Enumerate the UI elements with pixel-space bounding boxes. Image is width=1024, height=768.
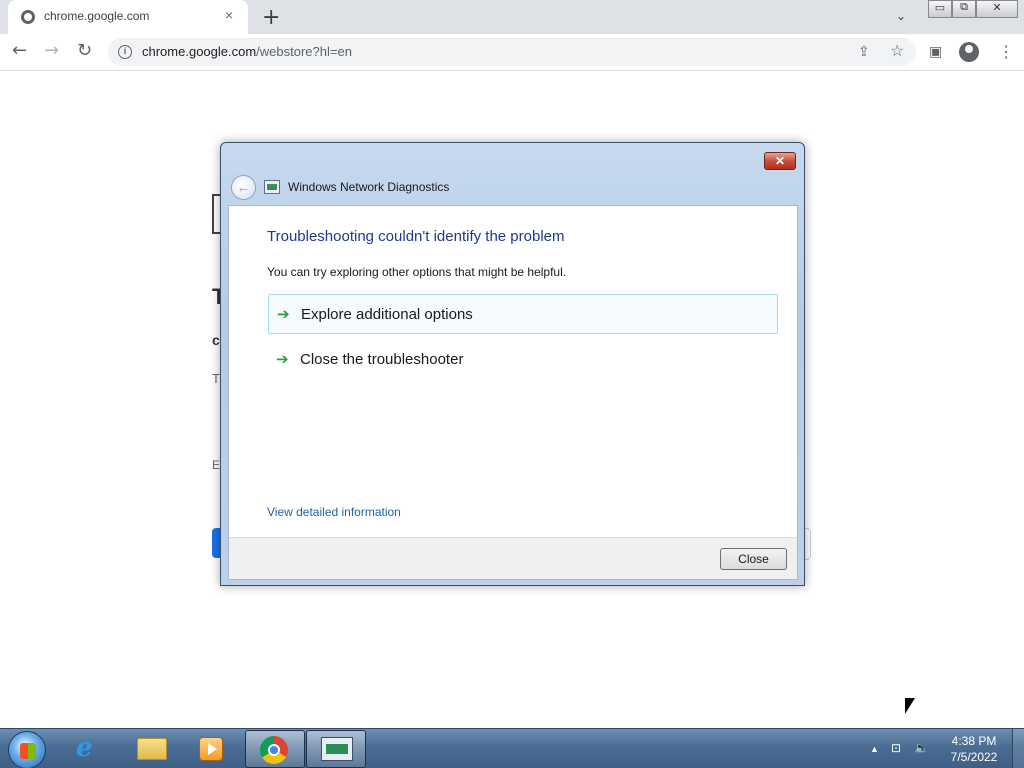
url-host: chrome.google.com — [142, 44, 257, 59]
share-icon[interactable]: ⇪ — [858, 43, 870, 60]
window-close-button[interactable]: ✕ — [976, 0, 1018, 18]
network-diagnostics-dialog: ✕ ← Windows Network Diagnostics Troubles… — [220, 142, 805, 586]
option-label: Close the troubleshooter — [300, 351, 464, 368]
new-tab-button[interactable]: + — [262, 5, 280, 30]
globe-icon — [21, 10, 35, 24]
reload-button[interactable]: ↻ — [77, 40, 92, 61]
address-bar[interactable]: i chrome.google.com/webstore?hl=en ⇪ ☆ — [108, 38, 916, 66]
volume-icon[interactable]: 🔈 — [914, 741, 929, 755]
taskbar: e ▲ ⊡ 🔈 4:38 PM 7/5/2022 — [0, 728, 1024, 768]
chrome-icon — [260, 736, 288, 764]
site-info-icon[interactable]: i — [118, 45, 132, 59]
forward-button[interactable]: → — [44, 40, 59, 61]
dialog-close-button[interactable]: ✕ — [764, 152, 796, 170]
close-button[interactable]: Close — [720, 548, 787, 570]
network-tray-icon[interactable]: ⊡ — [891, 741, 901, 755]
page-text-fragment: c — [212, 332, 220, 348]
dialog-heading: Troubleshooting couldn't identify the pr… — [267, 228, 565, 245]
clock-time: 4:38 PM — [951, 734, 997, 748]
dialog-footer: Close — [229, 537, 797, 579]
dialog-hint: You can try exploring other options that… — [267, 265, 567, 279]
clock-date: 7/5/2022 — [950, 750, 998, 764]
show-hidden-icons-icon[interactable]: ▲ — [870, 744, 879, 754]
tab-strip: chrome.google.com × + ⌄ ▭ ⧉ ✕ — [0, 0, 1024, 34]
clock[interactable]: 4:38 PM 7/5/2022 — [944, 733, 1004, 765]
page-text-fragment: E — [212, 458, 221, 472]
side-panel-icon[interactable]: ▣ — [929, 43, 942, 60]
page-text-fragment: T — [212, 371, 220, 386]
green-arrow-icon: ➔ — [276, 350, 289, 368]
folder-icon — [137, 738, 167, 760]
view-details-link[interactable]: View detailed information — [267, 505, 401, 519]
dialog-title: Windows Network Diagnostics — [288, 180, 450, 194]
tab-close-icon[interactable]: × — [225, 7, 233, 23]
tab-webstore[interactable]: chrome.google.com × — [8, 0, 248, 34]
restore-button[interactable]: ⧉ — [952, 0, 976, 18]
mouse-cursor-icon — [905, 698, 915, 714]
green-arrow-icon: ➔ — [277, 305, 290, 323]
show-desktop-button[interactable] — [1012, 729, 1024, 768]
url-text[interactable]: chrome.google.com/webstore?hl=en — [142, 44, 352, 59]
profile-avatar-icon[interactable] — [959, 42, 979, 62]
tab-title: chrome.google.com — [44, 9, 150, 23]
dialog-back-button[interactable]: ← — [231, 175, 256, 200]
menu-icon[interactable]: ⋮ — [998, 42, 1014, 62]
back-button[interactable]: ← — [12, 40, 27, 61]
browser-toolbar: ← → ↻ i chrome.google.com/webstore?hl=en… — [0, 34, 1024, 71]
media-player-icon — [199, 737, 223, 761]
minimize-button[interactable]: ▭ — [928, 0, 952, 18]
network-diagnostics-icon — [321, 737, 353, 761]
internet-explorer-icon: e — [76, 733, 93, 763]
explore-options-link[interactable]: ➔ Explore additional options — [268, 294, 778, 334]
close-troubleshooter-link[interactable]: ➔ Close the troubleshooter — [268, 340, 778, 380]
dialog-content: Troubleshooting couldn't identify the pr… — [228, 205, 798, 580]
url-path: /webstore?hl=en — [256, 44, 352, 59]
bookmark-star-icon[interactable]: ☆ — [890, 41, 904, 61]
start-button[interactable] — [8, 731, 46, 768]
network-diagnostics-icon — [264, 180, 280, 194]
tab-search-chevron-icon[interactable]: ⌄ — [896, 9, 906, 23]
option-label: Explore additional options — [301, 306, 473, 323]
